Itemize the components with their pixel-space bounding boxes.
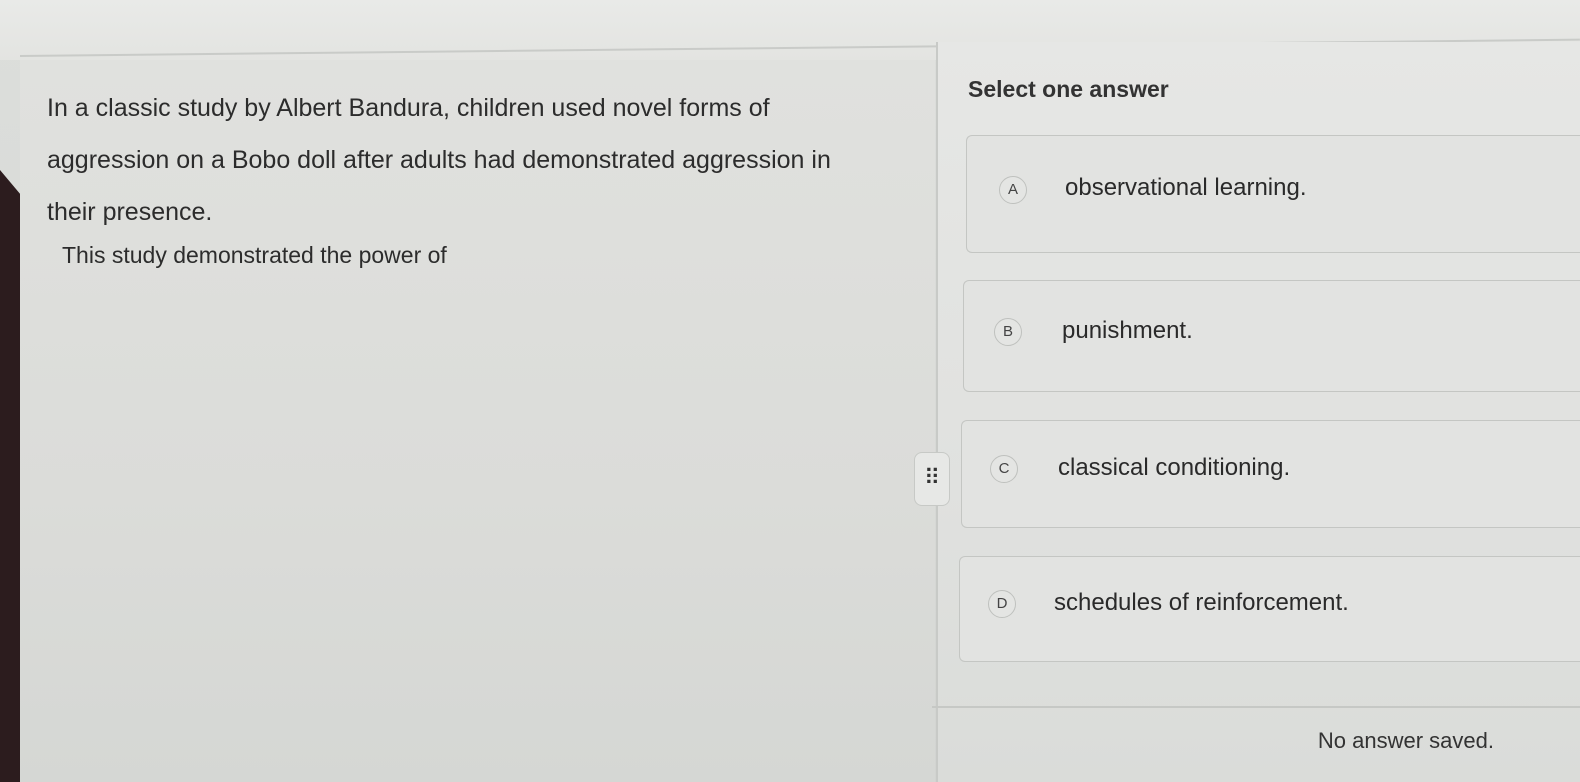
- answer-option-b[interactable]: B punishment.: [963, 280, 1580, 392]
- answer-option-c[interactable]: C classical conditioning.: [961, 420, 1580, 528]
- save-status: No answer saved.: [1317, 728, 1494, 753]
- answer-instructions: Select one answer: [968, 76, 1169, 102]
- option-label: punishment.: [1062, 317, 1193, 344]
- option-letter-badge: A: [999, 176, 1027, 204]
- answer-option-a[interactable]: A observational learning.: [966, 135, 1580, 253]
- option-label: observational learning.: [1065, 174, 1307, 201]
- option-label: classical conditioning.: [1058, 454, 1291, 481]
- option-letter-badge: D: [988, 590, 1016, 618]
- drag-handle-icon[interactable]: ⠿: [914, 452, 950, 506]
- option-letter-badge: C: [990, 455, 1018, 483]
- question-prompt: This study demonstrated the power of: [62, 242, 447, 268]
- option-label: schedules of reinforcement.: [1054, 589, 1349, 616]
- answer-option-d[interactable]: D schedules of reinforcement.: [959, 556, 1580, 662]
- footer-divider: [932, 706, 1580, 708]
- option-letter-badge: B: [994, 318, 1022, 346]
- question-stem: In a classic study by Albert Bandura, ch…: [47, 94, 831, 226]
